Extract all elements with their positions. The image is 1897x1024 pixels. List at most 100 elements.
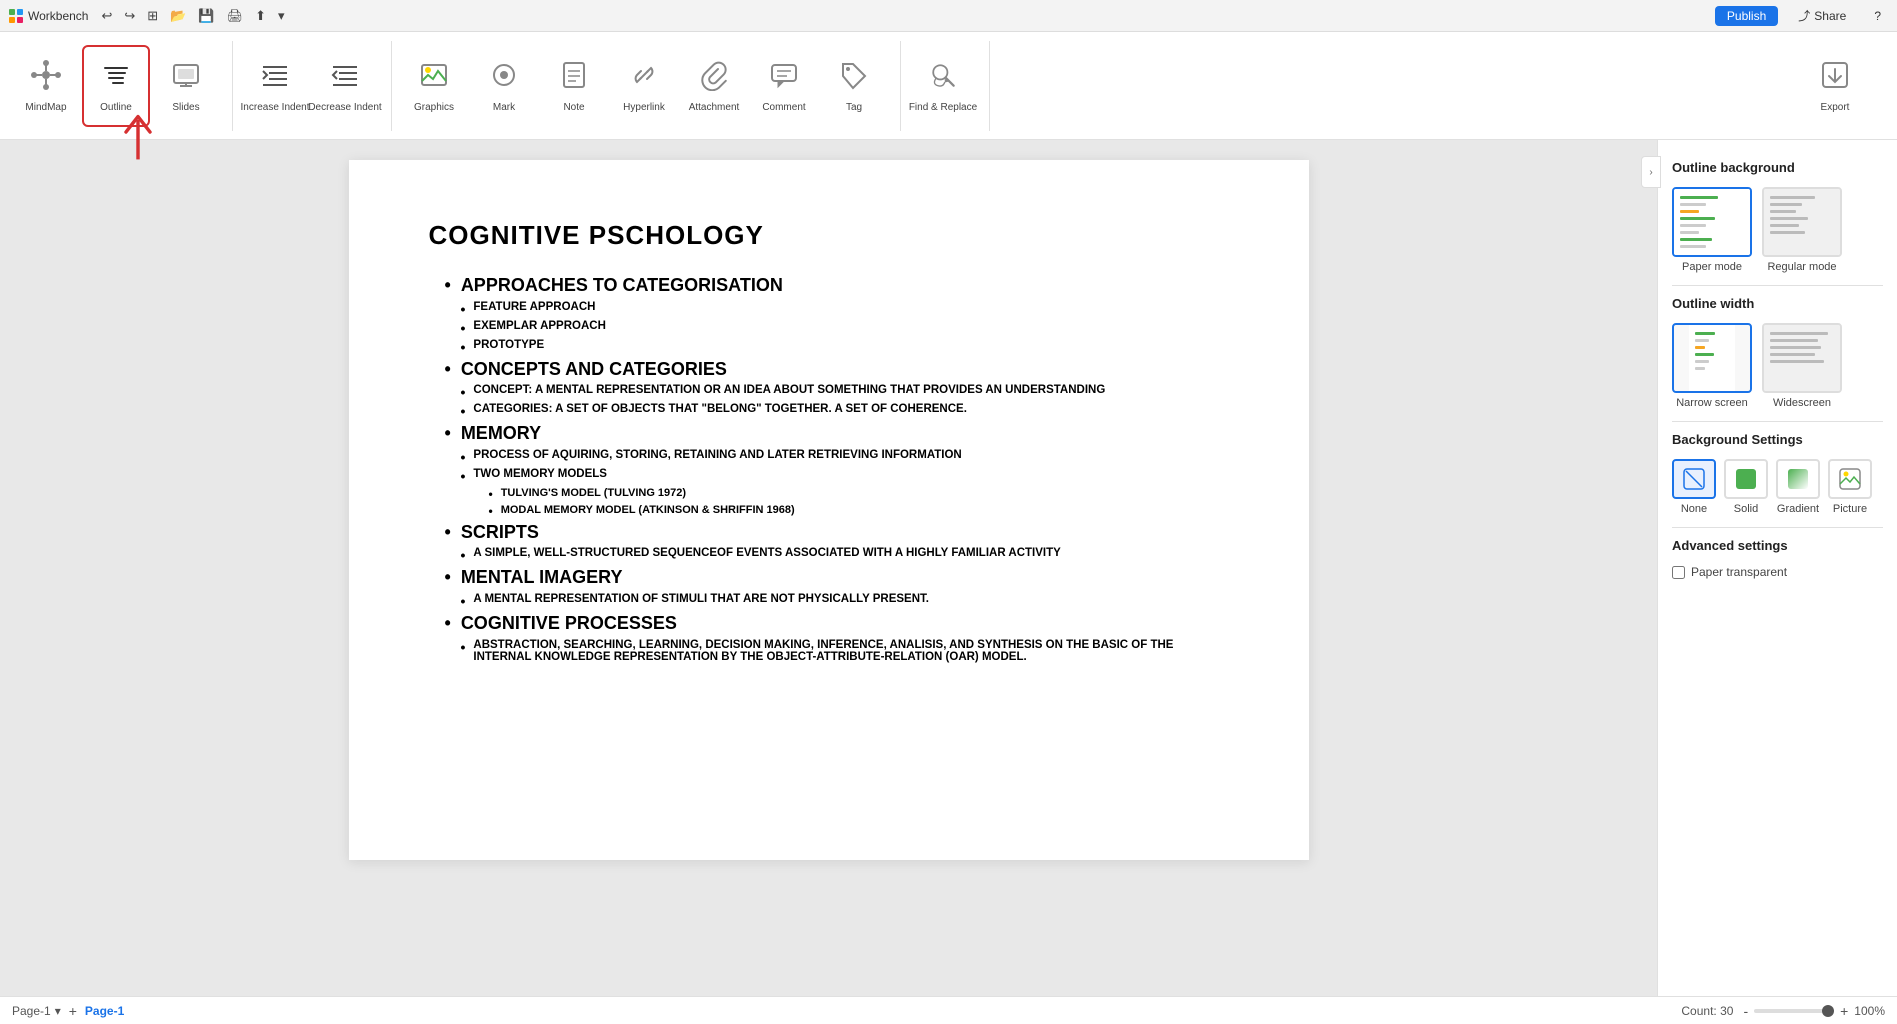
- mindmap-button[interactable]: MindMap: [12, 45, 80, 127]
- hyperlink-button[interactable]: Hyperlink: [610, 45, 678, 127]
- advanced-settings-title: Advanced settings: [1672, 538, 1883, 553]
- open-button[interactable]: 📂: [165, 6, 191, 26]
- mindmap-label: MindMap: [25, 102, 66, 113]
- list-item: MODAL MEMORY MODEL (ATKINSON & SHRIFFIN …: [489, 504, 1229, 518]
- save-button[interactable]: 💾: [193, 6, 219, 26]
- outline-icon: [100, 59, 132, 96]
- tag-button[interactable]: Tag: [820, 45, 888, 127]
- export-icon-button[interactable]: ⬆: [250, 6, 271, 26]
- outline-width-options: Narrow screen Widescreen: [1672, 323, 1883, 409]
- document: COGNITIVE PSCHOLOGY APPROACHES TO CATEGO…: [349, 160, 1309, 860]
- bg-none-icon-box: [1672, 459, 1716, 499]
- page-dropdown-icon: ▾: [55, 1004, 61, 1018]
- zoom-slider[interactable]: [1754, 1009, 1834, 1013]
- note-button[interactable]: Note: [540, 45, 608, 127]
- mark-button[interactable]: Mark: [470, 45, 538, 127]
- list-item: PROCESS OF AQUIRING, STORING, RETAINING …: [461, 449, 1229, 465]
- divider-2: [1672, 421, 1883, 422]
- heading-approaches: APPROACHES TO CATEGORISATION: [429, 275, 1229, 297]
- hyperlink-icon: [628, 59, 660, 96]
- attachment-button[interactable]: Attachment: [680, 45, 748, 127]
- toolbar: MindMap Outline: [0, 32, 1897, 140]
- statusbar: Page-1 ▾ + Page-1 Count: 30 - + 100%: [0, 996, 1897, 1024]
- note-icon: [558, 59, 590, 96]
- print-button[interactable]: 🖨: [222, 6, 249, 26]
- narrow-screen-thumb: [1672, 323, 1752, 393]
- new-tab-button[interactable]: ⊞: [142, 6, 163, 26]
- find-replace-icon: [927, 59, 959, 96]
- count-label: Count: 30: [1681, 1004, 1733, 1018]
- arrow-indicator: [108, 108, 168, 173]
- widescreen-thumb: [1762, 323, 1842, 393]
- page-select[interactable]: Page-1 ▾: [12, 1004, 61, 1018]
- content-area[interactable]: COGNITIVE PSCHOLOGY APPROACHES TO CATEGO…: [0, 140, 1657, 996]
- paper-transparent-checkbox[interactable]: [1672, 566, 1685, 579]
- background-settings-title: Background Settings: [1672, 432, 1883, 447]
- bg-none-label: None: [1681, 503, 1707, 515]
- heading-mental-imagery: MENTAL IMAGERY: [429, 567, 1229, 589]
- paper-transparent-row: Paper transparent: [1672, 565, 1883, 579]
- scripts-items: A SIMPLE, WELL-STRUCTURED SEQUENCEOF EVE…: [429, 547, 1229, 563]
- active-page-label: Page-1: [85, 1004, 124, 1018]
- add-page-button[interactable]: +: [69, 1003, 77, 1019]
- bg-none-option[interactable]: None: [1672, 459, 1716, 515]
- zoom-out-button[interactable]: -: [1741, 1003, 1750, 1019]
- increase-indent-icon: [259, 59, 291, 96]
- regular-mode-option[interactable]: Regular mode: [1762, 187, 1842, 273]
- find-group: Find & Replace: [909, 41, 990, 131]
- narrow-screen-option[interactable]: Narrow screen: [1672, 323, 1752, 409]
- concepts-items: CONCEPT: A MENTAL REPRESENTATION OR AN I…: [429, 384, 1229, 419]
- find-replace-button[interactable]: Find & Replace: [909, 45, 977, 127]
- increase-indent-button[interactable]: Increase Indent: [241, 45, 309, 127]
- divider-3: [1672, 527, 1883, 528]
- paper-mode-option[interactable]: Paper mode: [1672, 187, 1752, 273]
- share-icon: ⤴: [1798, 7, 1810, 24]
- titlebar: Workbench ↩ ↪ ⊞ 📂 💾 🖨 ⬆ ▾ Publish ⤴ Shar…: [0, 0, 1897, 32]
- app-title: Workbench: [8, 8, 88, 24]
- zoom-in-button[interactable]: +: [1838, 1003, 1850, 1019]
- main-area: COGNITIVE PSCHOLOGY APPROACHES TO CATEGO…: [0, 140, 1897, 996]
- list-item: TWO MEMORY MODELS: [461, 468, 1229, 484]
- heading-cognitive-processes: COGNITIVE PROCESSES: [429, 613, 1229, 635]
- statusbar-left: Page-1 ▾ + Page-1: [12, 1003, 124, 1019]
- outline-background-title: Outline background: [1672, 160, 1883, 175]
- bg-gradient-label: Gradient: [1777, 503, 1819, 515]
- mark-icon: [488, 59, 520, 96]
- bg-gradient-icon-box: [1776, 459, 1820, 499]
- publish-button[interactable]: Publish: [1715, 6, 1778, 26]
- graphics-button[interactable]: Graphics: [400, 45, 468, 127]
- document-title: COGNITIVE PSCHOLOGY: [429, 220, 1229, 251]
- bg-solid-option[interactable]: Solid: [1724, 459, 1768, 515]
- paper-mode-label: Paper mode: [1682, 261, 1742, 273]
- app-icon: [8, 8, 24, 24]
- export-button[interactable]: Export: [1801, 45, 1869, 127]
- find-replace-label: Find & Replace: [909, 102, 977, 113]
- collapse-panel-button[interactable]: ›: [1641, 156, 1661, 188]
- memory-items: PROCESS OF AQUIRING, STORING, RETAINING …: [429, 449, 1229, 484]
- bg-picture-option[interactable]: Picture: [1828, 459, 1872, 515]
- paper-mode-thumb: [1672, 187, 1752, 257]
- zoom-thumb[interactable]: [1822, 1005, 1834, 1017]
- divider-1: [1672, 285, 1883, 286]
- section-memory: MEMORY: [429, 423, 1229, 445]
- right-panel: Outline background: [1657, 140, 1897, 996]
- help-button[interactable]: ?: [1866, 7, 1889, 25]
- titlebar-left: Workbench ↩ ↪ ⊞ 📂 💾 🖨 ⬆ ▾: [8, 6, 290, 26]
- mark-label: Mark: [493, 102, 515, 113]
- more-button[interactable]: ▾: [273, 6, 290, 26]
- tag-icon: [838, 59, 870, 96]
- list-item: EXEMPLAR APPROACH: [461, 320, 1229, 336]
- narrow-screen-label: Narrow screen: [1676, 397, 1748, 409]
- regular-mode-thumb: [1762, 187, 1842, 257]
- decrease-indent-button[interactable]: Decrease Indent: [311, 45, 379, 127]
- bg-picture-icon-box: [1828, 459, 1872, 499]
- titlebar-controls: ↩ ↪ ⊞ 📂 💾 🖨 ⬆ ▾: [96, 6, 289, 26]
- comment-button[interactable]: Comment: [750, 45, 818, 127]
- decrease-indent-label: Decrease Indent: [308, 102, 381, 113]
- undo-button[interactable]: ↩: [96, 6, 117, 26]
- redo-button[interactable]: ↪: [119, 6, 140, 26]
- share-button[interactable]: ⤴ Share: [1790, 5, 1854, 26]
- widescreen-option[interactable]: Widescreen: [1762, 323, 1842, 409]
- bg-gradient-option[interactable]: Gradient: [1776, 459, 1820, 515]
- list-item: TULVING'S MODEL (TULVING 1972): [489, 487, 1229, 501]
